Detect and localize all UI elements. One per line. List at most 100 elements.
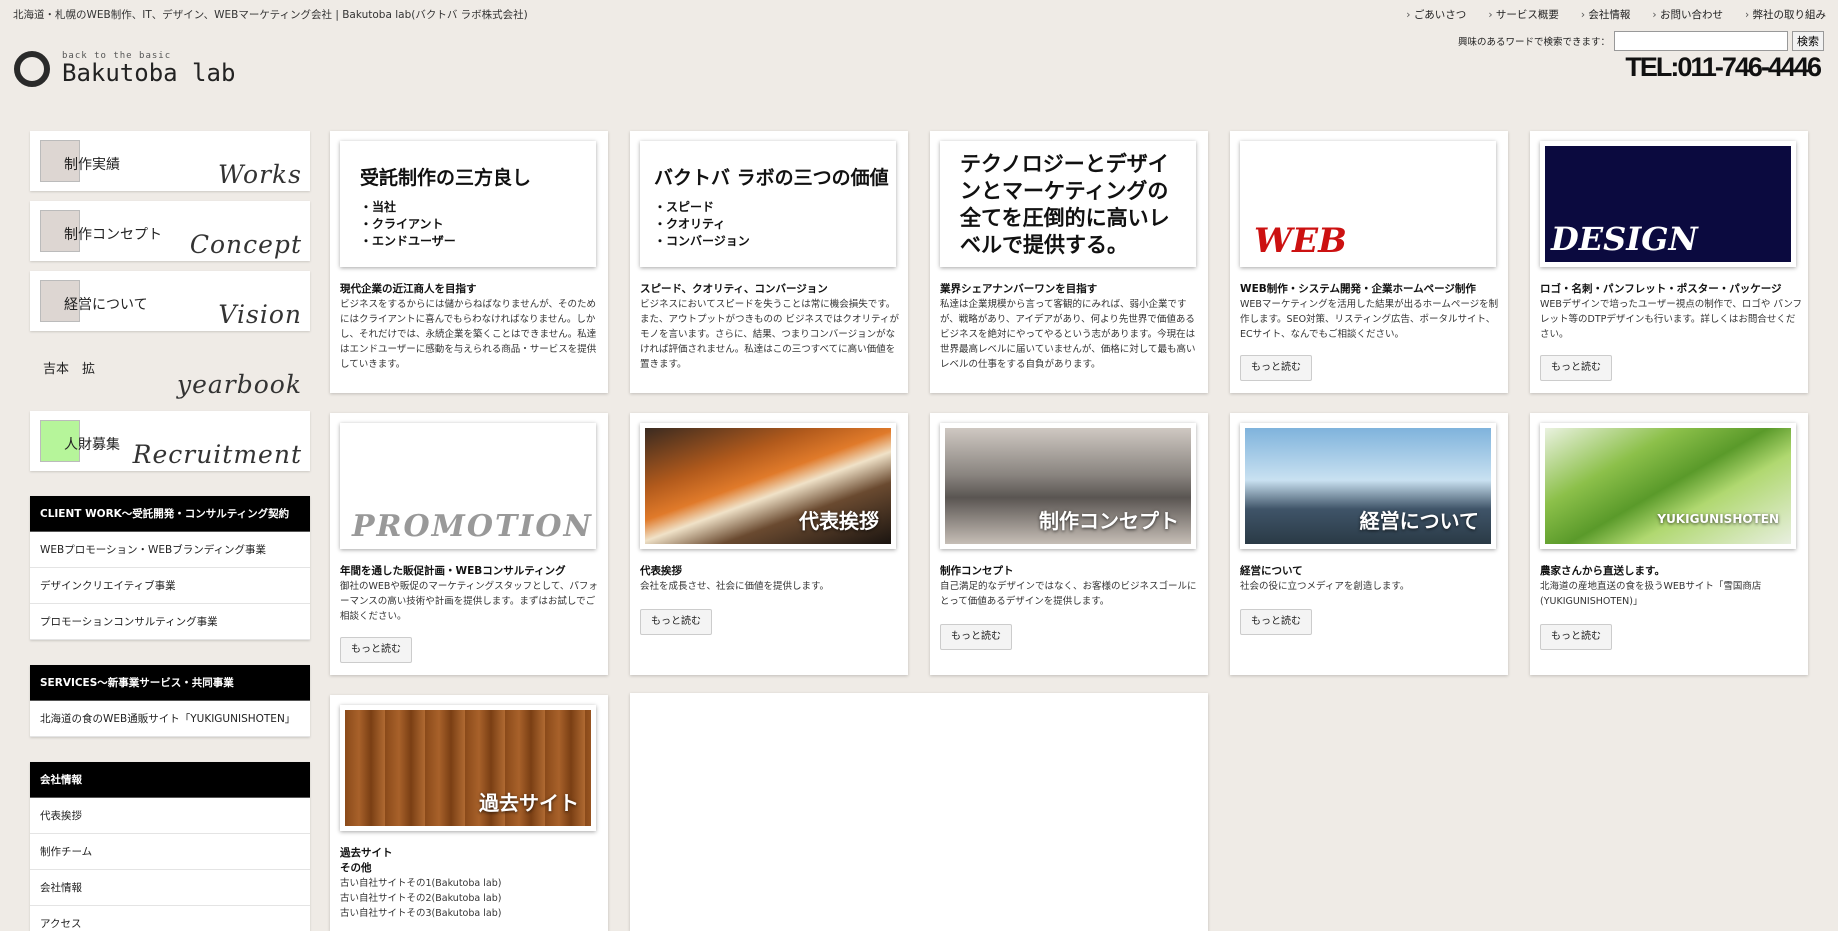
card-description: 私達は企業規模から言って客観的にみれば、弱小企業ですが、戦略があり、アイデアがあ…: [940, 299, 1196, 370]
card-promotion: PROMOTION 年間を通した販促計画・WEBコンサルティング 御社のWEBや…: [330, 413, 608, 675]
site-logo[interactable]: back to the basic Bakutoba lab: [14, 51, 235, 87]
card-description: ビジネスにおいてスピードを失うことは常に機会損失です。また、アウトプットがつきも…: [640, 299, 899, 370]
more-button[interactable]: もっと読む: [940, 624, 1012, 650]
past-site-link-3[interactable]: 古い自社サイトその3(Bakutoba lab): [340, 906, 604, 921]
card-image: 制作コンセプト: [940, 423, 1196, 549]
card-image: テクノロジーとデザインとマーケティングの全てを圧倒的に高いレベルで提供する。: [940, 141, 1196, 267]
services-heading: SERVICES～新事業サービス・共同事業: [30, 665, 310, 701]
more-button[interactable]: もっと読む: [1540, 355, 1612, 381]
sidebar-item-script: Recruitment: [132, 440, 302, 469]
logo-name: Bakutoba lab: [62, 59, 236, 87]
card-title: 年間を通した販促計画・WEBコンサルティング: [340, 565, 566, 577]
sidebar-link-yukigunishoten[interactable]: 北海道の食のWEB通販サイト「YUKIGUNISHOTEN」: [30, 701, 310, 737]
card-title: 過去サイト: [340, 847, 393, 859]
card-description: 北海道の産地直送の食を扱うWEBサイト「雪国商店(YUKIGUNISHOTEN)…: [1540, 581, 1762, 607]
more-button[interactable]: もっと読む: [340, 637, 412, 663]
sidebar-item-script: Concept: [189, 230, 302, 259]
sidebar-item-label: 吉本 拡: [43, 362, 96, 377]
sidebar-item-script: Works: [218, 160, 302, 189]
card-three-benefits: 受託制作の三方良し ・当社 ・クライアント ・エンドユーザー 現代企業の近江商人…: [330, 131, 608, 393]
services-block: SERVICES～新事業サービス・共同事業 北海道の食のWEB通販サイト「YUK…: [30, 665, 310, 737]
search-input[interactable]: [1614, 31, 1788, 51]
card-title: スピード、クオリティ、コンバージョン: [640, 283, 828, 295]
sidebar-item-vision[interactable]: 経営について Vision: [30, 271, 310, 331]
sidebar-item-label: 人財募集: [64, 437, 120, 453]
card-design: DESIGN ロゴ・名刺・パンフレット・ポスター・パッケージ WEBデザインで培…: [1530, 131, 1808, 393]
card-description: その他 古い自社サイトその1(Bakutoba lab) 古い自社サイトその2(…: [340, 861, 604, 921]
logo-ring-icon: [14, 51, 50, 87]
card-vision: 経営について 経営について 社会の役に立つメディアを創造します。 もっと読む: [1230, 413, 1508, 675]
card-description: 自己満足的なデザインではなく、お客様のビジネスゴールにとって価値あるデザインを提…: [940, 581, 1197, 607]
card-description: ビジネスをするからには儲からねばなりませんが、そのためにはクライアントに喜んでも…: [340, 299, 597, 370]
more-button[interactable]: もっと読む: [1240, 609, 1312, 635]
card-title: 経営について: [1240, 565, 1303, 577]
card-image: 受託制作の三方良し ・当社 ・クライアント ・エンドユーザー: [340, 141, 596, 267]
sidebar-item-label: 制作コンセプト: [64, 227, 162, 243]
past-site-link-2[interactable]: 古い自社サイトその2(Bakutoba lab): [340, 891, 604, 906]
sidebar-link-web-promotion[interactable]: WEBプロモーション・WEBブランディング事業: [30, 532, 310, 568]
card-image: PROMOTION: [340, 423, 596, 549]
card-title: 農家さんから直送します。: [1540, 565, 1665, 577]
empty-panel: [630, 693, 1208, 931]
card-description: WEBマーケティングを活用した結果が出るホームページを制作します。SEO対策、リ…: [1240, 299, 1499, 340]
card-three-values: バクトバ ラボの三つの価値 ・スピード ・クオリティ ・コンバージョン スピード…: [630, 131, 908, 393]
company-block: 会社情報 代表挨拶 制作チーム 会社情報 アクセス: [30, 762, 310, 931]
card-title: WEB制作・システム開発・企業ホームページ制作: [1240, 283, 1476, 295]
card-image: DESIGN: [1540, 141, 1796, 267]
card-image: 経営について: [1240, 423, 1496, 549]
sidebar-item-label: 制作実績: [64, 157, 120, 173]
top-nav: ごあいさつ サービス概要 会社情報 お問い合わせ 弊社の取り組み: [1406, 7, 1826, 22]
card-industry-share: テクノロジーとデザインとマーケティングの全てを圧倒的に高いレベルで提供する。 業…: [930, 131, 1208, 393]
card-web: WEB WEB制作・システム開発・企業ホームページ制作 WEBマーケティングを活…: [1230, 131, 1508, 393]
card-title: 現代企業の近江商人を目指す: [340, 283, 477, 295]
sidebar-link-company-info[interactable]: 会社情報: [30, 870, 310, 906]
sidebar-link-access[interactable]: アクセス: [30, 906, 310, 931]
card-title: 業界シェアナンバーワンを目指す: [940, 283, 1098, 295]
card-image: 代表挨拶: [640, 423, 896, 549]
card-past-sites: 過去サイト 過去サイト その他 古い自社サイトその1(Bakutoba lab)…: [330, 695, 608, 931]
company-heading: 会社情報: [30, 762, 310, 798]
nav-contact[interactable]: お問い合わせ: [1652, 7, 1723, 22]
past-site-link-1[interactable]: 古い自社サイトその1(Bakutoba lab): [340, 876, 604, 891]
more-button[interactable]: もっと読む: [640, 609, 712, 635]
card-image: 過去サイト: [340, 705, 596, 831]
card-title: ロゴ・名刺・パンフレット・ポスター・パッケージ: [1540, 283, 1782, 295]
site-description: 北海道・札幌のWEB制作、IT、デザイン、WEBマーケティング会社 | Baku…: [13, 9, 528, 21]
card-title: 代表挨拶: [640, 565, 682, 577]
client-work-block: CLIENT WORK～受託開発・コンサルティング契約 WEBプロモーション・W…: [30, 496, 310, 640]
more-button[interactable]: もっと読む: [1240, 355, 1312, 381]
sidebar-link-greeting[interactable]: 代表挨拶: [30, 798, 310, 834]
sidebar-link-team[interactable]: 制作チーム: [30, 834, 310, 870]
card-title: 制作コンセプト: [940, 565, 1014, 577]
sidebar-item-works[interactable]: 制作実績 Works: [30, 131, 310, 191]
sidebar-item-recruitment[interactable]: 人財募集 Recruitment: [30, 411, 310, 471]
sidebar-item-concept[interactable]: 制作コンセプト Concept: [30, 201, 310, 261]
sidebar-item-script: Vision: [218, 300, 302, 329]
sidebar-item-yearbook[interactable]: 吉本 拡 yearbook: [30, 341, 310, 401]
card-description: 御社のWEBや販促のマーケティングスタッフとして、パフォーマンスの高い技術や計画…: [340, 581, 598, 622]
card-concept: 制作コンセプト 制作コンセプト 自己満足的なデザインではなく、お客様のビジネスゴ…: [930, 413, 1208, 675]
sidebar: 制作実績 Works 制作コンセプト Concept 経営について Vision…: [30, 131, 310, 931]
search-button[interactable]: 検索: [1792, 31, 1824, 51]
sidebar-item-script: yearbook: [176, 370, 302, 399]
top-bar: 北海道・札幌のWEB制作、IT、デザイン、WEBマーケティング会社 | Baku…: [0, 0, 1838, 28]
more-button[interactable]: もっと読む: [1540, 624, 1612, 650]
client-work-heading: CLIENT WORK～受託開発・コンサルティング契約: [30, 496, 310, 532]
card-description: WEBデザインで培ったユーザー視点の制作で、ロゴや パンフレット等のDTPデザイ…: [1540, 299, 1803, 340]
nav-initiatives[interactable]: 弊社の取り組み: [1745, 7, 1827, 22]
nav-company[interactable]: 会社情報: [1581, 7, 1630, 22]
sidebar-link-promotion-consulting[interactable]: プロモーションコンサルティング事業: [30, 604, 310, 640]
search-label: 興味のあるワードで検索できます：: [1457, 37, 1610, 48]
card-description: 社会の役に立つメディアを創造します。: [1240, 581, 1410, 592]
search-area: 興味のあるワードで検索できます： 検索: [1458, 31, 1824, 51]
card-image: WEB: [1240, 141, 1496, 267]
card-subheading: その他: [340, 862, 372, 874]
nav-services[interactable]: サービス概要: [1488, 7, 1559, 22]
card-description: 会社を成長させ、社会に価値を提供します。: [640, 581, 830, 592]
card-greeting: 代表挨拶 代表挨拶 会社を成長させ、社会に価値を提供します。 もっと読む: [630, 413, 908, 675]
nav-greeting[interactable]: ごあいさつ: [1406, 7, 1467, 22]
card-yukigunishoten: YUKIGUNISHOTEN 農家さんから直送します。 北海道の産地直送の食を扱…: [1530, 413, 1808, 675]
card-image: バクトバ ラボの三つの価値 ・スピード ・クオリティ ・コンバージョン: [640, 141, 896, 267]
card-image: YUKIGUNISHOTEN: [1540, 423, 1796, 549]
sidebar-link-design-creative[interactable]: デザインクリエイティブ事業: [30, 568, 310, 604]
